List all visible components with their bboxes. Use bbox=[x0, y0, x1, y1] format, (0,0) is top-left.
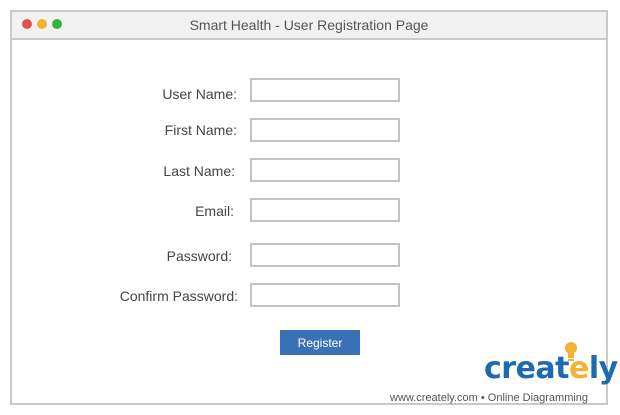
password-input[interactable] bbox=[250, 243, 400, 267]
user-name-input[interactable] bbox=[250, 78, 400, 102]
title-bar: Smart Health - User Registration Page bbox=[12, 12, 606, 40]
first-name-input[interactable] bbox=[250, 118, 400, 142]
email-label: Email: bbox=[195, 203, 234, 219]
register-button[interactable]: Register bbox=[280, 330, 360, 355]
first-name-label: First Name: bbox=[164, 122, 237, 138]
user-name-label: User Name: bbox=[162, 86, 237, 102]
confirm-password-input[interactable] bbox=[250, 283, 400, 307]
email-input[interactable] bbox=[250, 198, 400, 222]
last-name-input[interactable] bbox=[250, 158, 400, 182]
app-window: Smart Health - User Registration Page Us… bbox=[10, 10, 608, 405]
window-title: Smart Health - User Registration Page bbox=[189, 17, 429, 33]
password-label: Password: bbox=[166, 248, 232, 264]
creately-logo: creately bbox=[484, 351, 618, 386]
last-name-label: Last Name: bbox=[163, 163, 235, 179]
confirm-password-label: Confirm Password: bbox=[119, 288, 238, 304]
creately-footer: www.creately.com • Online Diagramming bbox=[390, 392, 589, 404]
